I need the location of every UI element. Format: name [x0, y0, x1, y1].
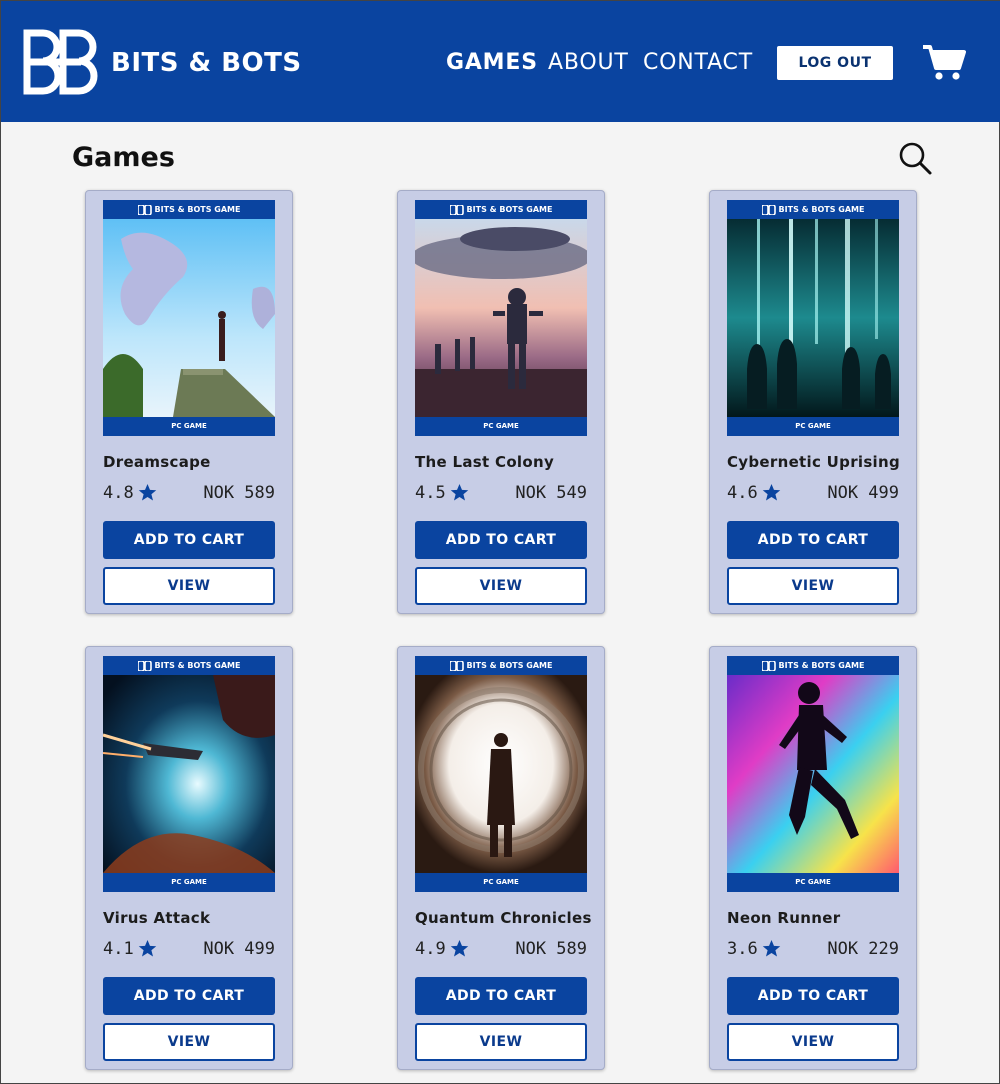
cover-footer: PC GAME — [795, 422, 831, 430]
game-rating: 4.8 — [103, 483, 134, 503]
cover-header: BITS & BOTS GAME — [727, 656, 899, 675]
game-title[interactable]: The Last Colony — [415, 453, 595, 471]
game-cover[interactable]: BITS & BOTS GAME PC GAME — [415, 200, 587, 436]
star-icon — [762, 939, 781, 957]
game-rating: 4.5 — [415, 483, 446, 503]
add-to-cart-button[interactable]: ADD TO CART — [727, 977, 899, 1015]
game-cover[interactable]: BITS & BOTS GAME PC GAME — [415, 656, 587, 892]
cover-footer: PC GAME — [795, 878, 831, 886]
brand-name[interactable]: BITS & BOTS — [111, 47, 302, 79]
view-button[interactable]: VIEW — [415, 567, 587, 605]
view-button[interactable]: VIEW — [103, 567, 275, 605]
add-to-cart-button[interactable]: ADD TO CART — [415, 977, 587, 1015]
bb-logo-icon — [449, 660, 464, 671]
game-card: BITS & BOTS GAME PC GAME Neon Runner 3.6… — [709, 646, 917, 1070]
bb-logo-icon — [761, 660, 776, 671]
game-price: NOK 499 — [827, 483, 899, 503]
cover-footer: PC GAME — [483, 422, 519, 430]
cover-header: BITS & BOTS GAME — [103, 200, 275, 219]
star-icon — [762, 483, 781, 501]
cover-header: BITS & BOTS GAME — [415, 656, 587, 675]
bb-logo-icon — [761, 204, 776, 215]
game-cover[interactable]: BITS & BOTS GAME PC GAME — [727, 200, 899, 436]
bb-logo-icon — [137, 660, 152, 671]
view-button[interactable]: VIEW — [727, 567, 899, 605]
nav-games[interactable]: GAMES — [446, 47, 538, 79]
game-rating: 4.1 — [103, 939, 134, 959]
game-cover-art — [415, 219, 587, 417]
game-cover-art — [415, 675, 587, 873]
game-cover-art — [103, 219, 275, 417]
cover-header: BITS & BOTS GAME — [727, 200, 899, 219]
star-icon — [450, 939, 469, 957]
game-cover-art — [727, 219, 899, 417]
game-price: NOK 499 — [203, 939, 275, 959]
cover-header: BITS & BOTS GAME — [415, 200, 587, 219]
game-card: BITS & BOTS GAME PC GAME Virus Attack 4.… — [85, 646, 293, 1070]
logout-button[interactable]: LOG OUT — [777, 46, 893, 80]
cart-icon[interactable] — [922, 43, 966, 81]
game-cover[interactable]: BITS & BOTS GAME PC GAME — [727, 656, 899, 892]
game-title[interactable]: Dreamscape — [103, 453, 283, 471]
game-price: NOK 229 — [827, 939, 899, 959]
view-button[interactable]: VIEW — [727, 1023, 899, 1061]
game-card: BITS & BOTS GAME PC GAME Cybernetic Upri… — [709, 190, 917, 614]
game-title[interactable]: Cybernetic Uprising — [727, 453, 907, 471]
view-button[interactable]: VIEW — [415, 1023, 587, 1061]
game-cover[interactable]: BITS & BOTS GAME PC GAME — [103, 200, 275, 436]
game-card: BITS & BOTS GAME PC GAME Quantum Chronic… — [397, 646, 605, 1070]
game-title[interactable]: Neon Runner — [727, 909, 907, 927]
game-title[interactable]: Quantum Chronicles — [415, 909, 595, 927]
cover-header: BITS & BOTS GAME — [103, 656, 275, 675]
game-rating: 4.6 — [727, 483, 758, 503]
page-title: Games — [72, 142, 175, 173]
bb-logo-icon — [449, 204, 464, 215]
add-to-cart-button[interactable]: ADD TO CART — [103, 977, 275, 1015]
game-cover-art — [727, 675, 899, 873]
cover-footer: PC GAME — [171, 878, 207, 886]
bb-logo-icon[interactable] — [21, 29, 103, 95]
nav-contact[interactable]: CONTACT — [643, 47, 753, 79]
game-card: BITS & BOTS GAME PC GAME The Last Colony… — [397, 190, 605, 614]
star-icon — [450, 483, 469, 501]
cover-footer: PC GAME — [171, 422, 207, 430]
add-to-cart-button[interactable]: ADD TO CART — [415, 521, 587, 559]
game-cover[interactable]: BITS & BOTS GAME PC GAME — [103, 656, 275, 892]
view-button[interactable]: VIEW — [103, 1023, 275, 1061]
game-card: BITS & BOTS GAME PC GAME Dreamscape 4.8 … — [85, 190, 293, 614]
search-icon[interactable] — [897, 140, 933, 176]
nav-about[interactable]: ABOUT — [548, 47, 629, 79]
star-icon — [138, 483, 157, 501]
game-rating: 4.9 — [415, 939, 446, 959]
bb-logo-icon — [137, 204, 152, 215]
add-to-cart-button[interactable]: ADD TO CART — [103, 521, 275, 559]
game-cover-art — [103, 675, 275, 873]
star-icon — [138, 939, 157, 957]
game-price: NOK 549 — [515, 483, 587, 503]
game-price: NOK 589 — [515, 939, 587, 959]
site-header: BITS & BOTS GAMES ABOUT CONTACT LOG OUT — [1, 1, 1000, 122]
game-title[interactable]: Virus Attack — [103, 909, 283, 927]
game-price: NOK 589 — [203, 483, 275, 503]
game-rating: 3.6 — [727, 939, 758, 959]
add-to-cart-button[interactable]: ADD TO CART — [727, 521, 899, 559]
cover-footer: PC GAME — [483, 878, 519, 886]
